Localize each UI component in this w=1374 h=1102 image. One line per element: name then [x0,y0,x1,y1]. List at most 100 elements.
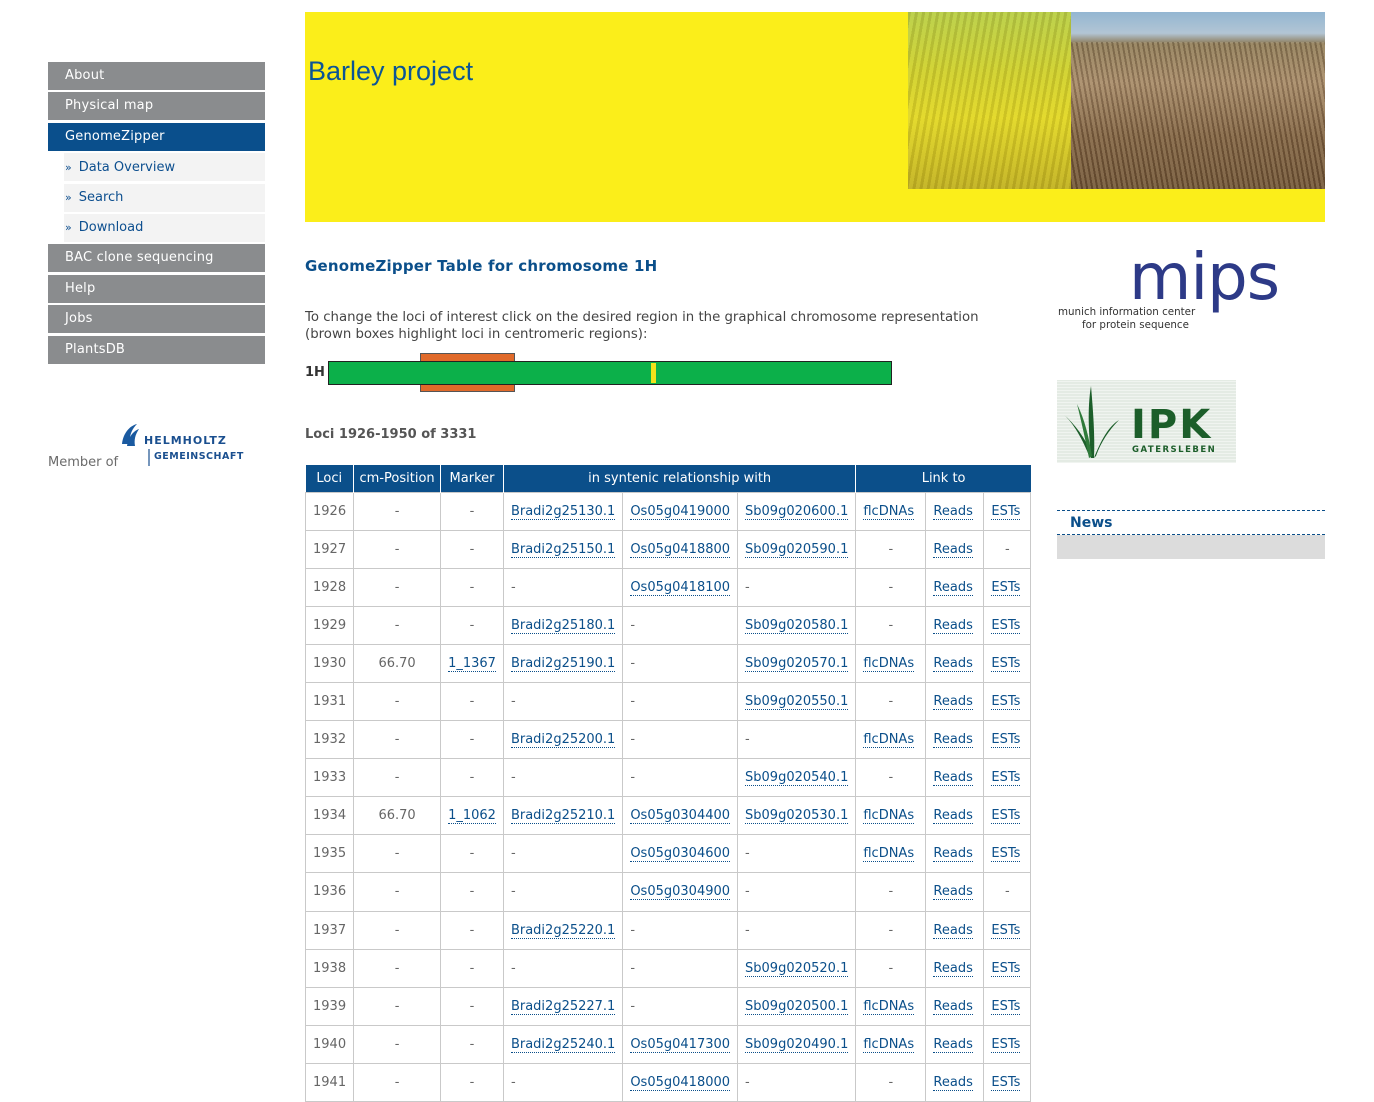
nav-subitem-data-overview[interactable]: » Data Overview [64,153,265,182]
cell-loci: 1934 [304,796,355,836]
cell-marker: - [440,910,504,950]
reads-link-link[interactable]: Reads [933,846,973,863]
flcdnas-link-link[interactable]: flcDNAs [863,732,915,749]
rice-gene-link[interactable]: Os05g0417300 [630,1036,731,1053]
reads-link-link[interactable]: Reads [933,694,973,711]
brachypodium-gene-link[interactable]: Bradi2g25150.1 [510,541,616,558]
ipk-logo[interactable]: IPK GATERSLEBEN [1057,380,1236,463]
ests-link-link[interactable]: ESTs [991,770,1021,787]
cell-ests-link: ESTs [983,1062,1032,1102]
nav-item-physical-map[interactable]: Physical map [48,92,265,121]
reads-link-link[interactable]: Reads [933,655,973,672]
rice-gene-link[interactable]: Os05g0418100 [630,579,731,596]
reads-link-link[interactable]: Reads [933,998,973,1015]
nav-item-genomezipper[interactable]: GenomeZipper [48,122,265,151]
cell-reads-link: Reads [925,529,985,569]
rice-gene-link[interactable]: Os05g0418800 [630,541,731,558]
genomezipper-table: Loci cm-Position Marker in syntenic rela… [304,465,1032,1102]
sorghum-gene-link[interactable]: Sb09g020490.1 [745,1036,849,1053]
brachypodium-gene-link[interactable]: Bradi2g25180.1 [510,617,616,634]
nav-subitem-search[interactable]: » Search [64,183,265,212]
cell-rice-gene: - [622,910,739,950]
rice-gene-link[interactable]: Os05g0304400 [630,808,731,825]
ests-link-link[interactable]: ESTs [991,617,1021,634]
rice-gene-link[interactable]: Os05g0419000 [630,503,731,520]
rice-gene-link[interactable]: Os05g0418000 [630,1074,731,1091]
ests-link-link[interactable]: ESTs [991,960,1021,977]
flcdnas-link-link[interactable]: flcDNAs [863,655,915,672]
flcdnas-link-link[interactable]: flcDNAs [863,846,915,863]
ests-link-link[interactable]: ESTs [991,808,1021,825]
reads-link-link[interactable]: Reads [933,1036,973,1053]
nav-subitem-download[interactable]: » Download [64,213,265,242]
ests-link-link[interactable]: ESTs [991,998,1021,1015]
cell-flcdnas-link: - [855,681,927,722]
sorghum-gene-link[interactable]: Sb09g020530.1 [745,808,849,825]
ests-link-link[interactable]: ESTs [991,694,1021,711]
reads-link-link[interactable]: Reads [933,770,973,787]
reads-link-link[interactable]: Reads [933,1074,973,1091]
nav-item-jobs[interactable]: Jobs [48,305,265,334]
ipk-logo-word: IPK [1131,402,1213,448]
sorghum-gene-link[interactable]: Sb09g020570.1 [745,655,849,672]
marker-link[interactable]: 1_1062 [448,808,496,825]
cell-ests-link: ESTs [983,491,1032,531]
flcdnas-link-link[interactable]: flcDNAs [863,998,915,1015]
sorghum-gene-link[interactable]: Sb09g020590.1 [745,541,849,558]
cell-loci: 1931 [304,681,355,722]
marker-link[interactable]: 1_1367 [448,655,496,672]
chromosome-representation[interactable]: 1H [305,353,905,393]
flcdnas-link-link[interactable]: flcDNAs [863,808,915,825]
cell-loci: 1938 [304,948,355,988]
brachypodium-gene-link[interactable]: Bradi2g25220.1 [510,922,616,939]
brachypodium-gene-link[interactable]: Bradi2g25227.1 [510,998,616,1015]
ests-link-link[interactable]: ESTs [991,655,1021,672]
reads-link-link[interactable]: Reads [933,503,973,520]
reads-link-link[interactable]: Reads [933,579,973,596]
rice-gene-link[interactable]: Os05g0304900 [630,884,731,901]
reads-link-link[interactable]: Reads [933,541,973,558]
brachypodium-gene-link[interactable]: Bradi2g25130.1 [510,503,616,520]
ests-link-link[interactable]: ESTs [991,846,1021,863]
ests-link-link[interactable]: ESTs [991,503,1021,520]
helmholtz-membership[interactable]: Member of HELMHOLTZ GEMEINSCHAFT [48,422,248,472]
cell-sorghum-gene: - [737,1062,857,1102]
ests-link-link[interactable]: ESTs [991,1074,1021,1091]
news-box: News [1057,510,1325,559]
ests-link-link[interactable]: ESTs [991,732,1021,749]
cell-loci: 1939 [304,986,355,1026]
sorghum-gene-link[interactable]: Sb09g020500.1 [745,998,849,1015]
nav-item-help[interactable]: Help [48,274,265,303]
ests-link-link[interactable]: ESTs [991,922,1021,939]
brachypodium-gene-link[interactable]: Bradi2g25240.1 [510,1036,616,1053]
nav-item-bac-clone-sequencing[interactable]: BAC clone sequencing [48,244,265,273]
cell-brachypodium-gene: Bradi2g25240.1 [502,1024,624,1064]
ests-link-link[interactable]: ESTs [991,1036,1021,1053]
sorghum-gene-link[interactable]: Sb09g020520.1 [745,960,849,977]
brachypodium-gene-link[interactable]: Bradi2g25190.1 [510,655,616,672]
reads-link-link[interactable]: Reads [933,884,973,901]
nav-item-plantsdb[interactable]: PlantsDB [48,335,265,364]
reads-link-link[interactable]: Reads [933,808,973,825]
reads-link-link[interactable]: Reads [933,732,973,749]
flcdnas-link-link[interactable]: flcDNAs [863,503,915,520]
sorghum-gene-link[interactable]: Sb09g020540.1 [745,770,849,787]
reads-link-link[interactable]: Reads [933,960,973,977]
reads-link-link[interactable]: Reads [933,617,973,634]
cell-cm-position: 66.70 [353,796,442,836]
cell-marker: - [440,567,504,607]
brachypodium-gene-link[interactable]: Bradi2g25210.1 [510,808,616,825]
sorghum-gene-link[interactable]: Sb09g020550.1 [745,694,849,711]
sorghum-gene-link[interactable]: Sb09g020580.1 [745,617,849,634]
ests-link-link[interactable]: ESTs [991,579,1021,596]
sorghum-gene-link[interactable]: Sb09g020600.1 [745,503,849,520]
cell-loci: 1940 [304,1024,355,1064]
flcdnas-link-link[interactable]: flcDNAs [863,1036,915,1053]
brachypodium-gene-link[interactable]: Bradi2g25200.1 [510,732,616,749]
reads-link-link[interactable]: Reads [933,922,973,939]
barley-field-photo-green [908,12,1071,189]
mips-logo[interactable]: mips munich information center for prote… [1057,241,1287,335]
nav-item-about[interactable]: About [48,62,265,90]
rice-gene-link[interactable]: Os05g0304600 [630,846,731,863]
chromosome-bar[interactable] [328,361,892,385]
